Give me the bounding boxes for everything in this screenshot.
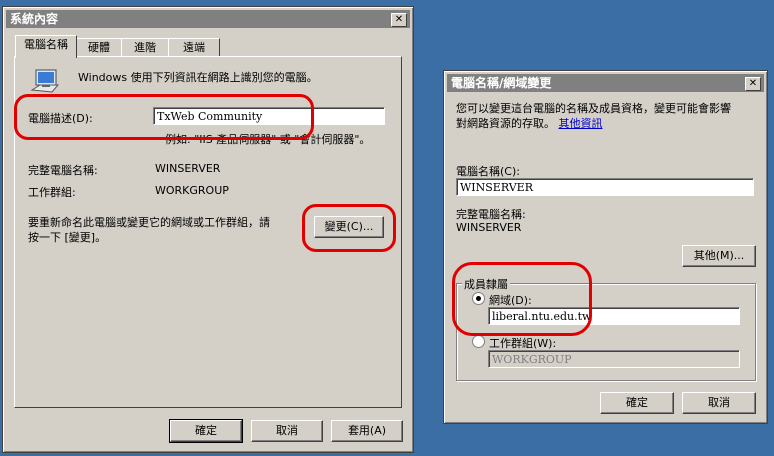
more-info-link[interactable]: 其他資訊: [559, 117, 603, 130]
tab-advanced[interactable]: 進階: [121, 38, 169, 57]
rename-instruction-1: 要重新命名此電腦或變更它的網域或工作群組，請: [28, 216, 270, 229]
computer-name-label: 電腦名稱(C):: [456, 165, 520, 178]
title-bar-right[interactable]: 電腦名稱/網域變更 ✕: [447, 74, 764, 92]
domain-label: 網域(D):: [489, 294, 532, 307]
change-intro-2-row: 對網路資源的存取。 其他資訊: [456, 115, 603, 131]
full-name-value: WINSERVER: [155, 162, 221, 175]
close-button[interactable]: ✕: [391, 13, 407, 27]
workgroup-radio[interactable]: [472, 335, 485, 348]
description-label: 電腦描述(D):: [28, 112, 93, 125]
dialog-title: 系統內容: [10, 12, 59, 26]
intro-text: Windows 使用下列資訊在網路上識別您的電腦。: [78, 71, 318, 84]
apply-button[interactable]: 套用(A): [331, 420, 403, 442]
computer-icon: [30, 69, 60, 93]
description-input[interactable]: TxWeb Community: [153, 107, 385, 125]
more-button[interactable]: 其他(M)...: [682, 245, 756, 267]
change-button[interactable]: 變更(C)...: [314, 216, 384, 238]
domain-input[interactable]: liberal.ntu.edu.tw: [488, 307, 740, 325]
full-name-label: 完整電腦名稱:: [28, 164, 98, 177]
cancel-button-right[interactable]: 取消: [682, 392, 756, 414]
tab-remote[interactable]: 遠端: [168, 38, 220, 57]
example-text: 例如: "IIS 產品伺服器" 或 "會計伺服器"。: [165, 133, 371, 146]
tab-computer-name[interactable]: 電腦名稱: [15, 35, 77, 58]
workgroup-label-right: 工作群組(W):: [489, 337, 557, 350]
computer-name-input[interactable]: WINSERVER: [456, 178, 754, 196]
full-name-value-right: WINSERVER: [456, 221, 522, 234]
workgroup-value: WORKGROUP: [155, 184, 229, 197]
change-intro-2: 對網路資源的存取。: [456, 117, 555, 130]
cancel-button[interactable]: 取消: [251, 420, 323, 442]
ok-button-right[interactable]: 確定: [600, 392, 674, 414]
workgroup-label: 工作群組:: [28, 186, 76, 199]
ok-button[interactable]: 確定: [169, 419, 243, 443]
member-of-label: 成員隸屬: [462, 276, 510, 292]
dialog-title-right: 電腦名稱/網域變更: [451, 76, 552, 90]
tab-hardware[interactable]: 硬體: [76, 38, 122, 57]
title-bar[interactable]: 系統內容 ✕: [6, 10, 410, 28]
close-button-right[interactable]: ✕: [745, 77, 761, 91]
rename-instruction-2: 按一下 [變更]。: [28, 231, 107, 244]
workgroup-input[interactable]: WORKGROUP: [488, 350, 740, 368]
domain-radio[interactable]: [472, 292, 485, 305]
full-name-label-right: 完整電腦名稱:: [456, 208, 526, 221]
change-intro-1: 您可以變更這台電腦的名稱及成員資格，變更可能會影響: [456, 102, 731, 115]
